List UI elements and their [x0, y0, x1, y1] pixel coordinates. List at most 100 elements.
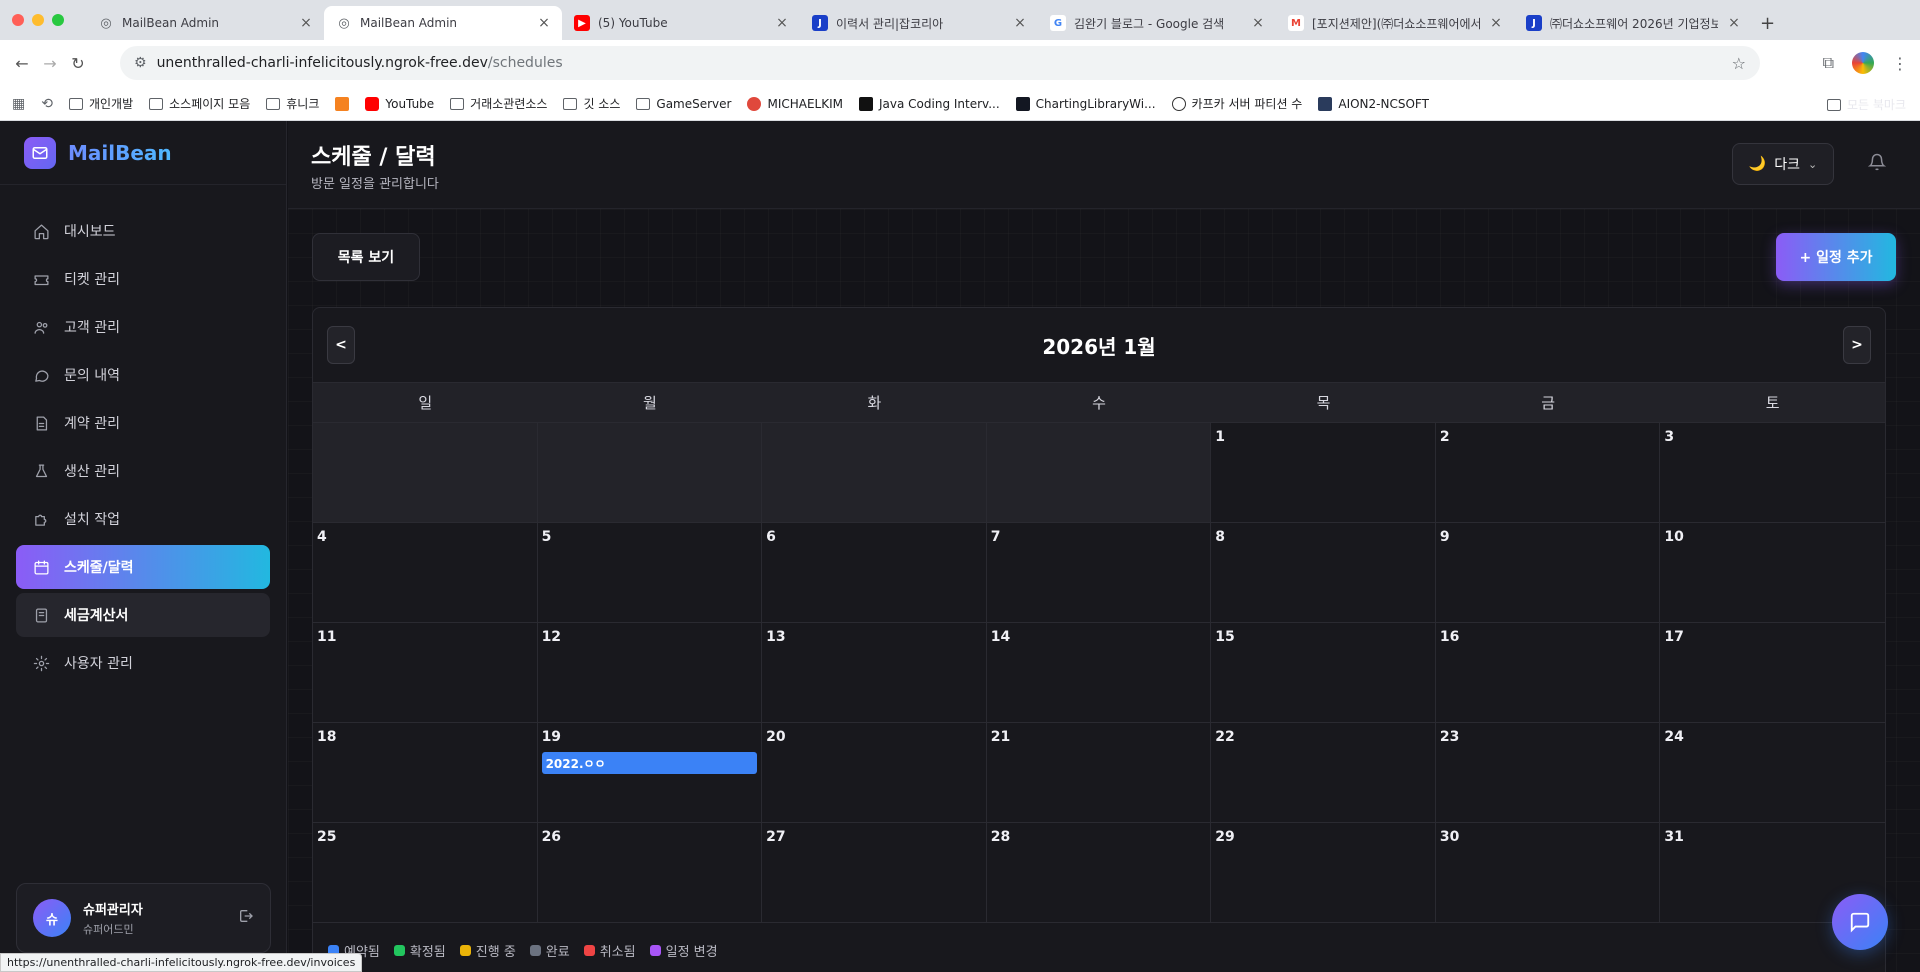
bookmark-item[interactable]: AION2-NCSOFT	[1318, 96, 1429, 111]
calendar-day-cell[interactable]: 20	[762, 723, 987, 823]
sidebar-item-gear[interactable]: 사용자 관리	[16, 641, 270, 685]
add-schedule-button[interactable]: + 일정 추가	[1776, 233, 1896, 281]
bookmark-item[interactable]: MICHAELKIM	[747, 96, 843, 111]
minimize-window-button[interactable]	[32, 14, 44, 26]
bookmark-item[interactable]	[335, 96, 350, 111]
bookmark-item[interactable]: 휴니크	[266, 95, 319, 112]
calendar-day-cell[interactable]: 15	[1211, 623, 1436, 723]
calendar-day-cell[interactable]: 26	[537, 823, 763, 923]
sidebar-item-receipt[interactable]: 세금계산서	[16, 593, 270, 637]
theme-toggle-button[interactable]: 🌙 다크 ⌄	[1732, 143, 1834, 185]
calendar-day-cell[interactable]: 3	[1660, 423, 1885, 523]
browser-tab[interactable]: M [포지션제안](㈜더쇼소프웨어에서 표 ×	[1276, 6, 1514, 40]
calendar-day-cell[interactable]: 19 2022.ㅇㅇ	[537, 723, 763, 823]
calendar-day-cell[interactable]: 13	[762, 623, 987, 723]
sidebar-item-ticket[interactable]: 티켓 관리	[16, 257, 270, 301]
next-month-button[interactable]: >	[1843, 326, 1871, 364]
bookmark-item[interactable]: 소스페이지 모음	[149, 95, 250, 112]
sidebar-item-flask[interactable]: 생산 관리	[16, 449, 270, 493]
browser-tab[interactable]: J ㈜더쇼소프웨어 2026년 기업정보 ×	[1514, 6, 1752, 40]
apps-grid-icon[interactable]: ▦	[12, 96, 25, 112]
close-tab-icon[interactable]: ×	[298, 15, 314, 31]
bookmark-item[interactable]: 깃 소스	[563, 95, 620, 112]
close-window-button[interactable]	[12, 14, 24, 26]
sidebar-item-label: 대시보드	[64, 224, 116, 240]
sidebar-item-calendar[interactable]: 스케줄/달력	[16, 545, 270, 589]
bell-icon[interactable]	[1867, 153, 1887, 176]
tab-title: MailBean Admin	[122, 16, 220, 30]
day-number: 15	[1215, 629, 1235, 645]
calendar-day-cell[interactable]: 2	[1435, 423, 1661, 523]
calendar-day-cell[interactable]: 9	[1435, 523, 1661, 623]
site-info-icon[interactable]: ⚙	[134, 55, 147, 71]
calendar-day-cell[interactable]: 6	[762, 523, 987, 623]
day-number: 10	[1664, 529, 1684, 545]
menu-kebab-icon[interactable]: ⋮	[1892, 54, 1908, 73]
calendar-day-cell[interactable]: 23	[1435, 723, 1661, 823]
sidebar-item-chat-bubble[interactable]: 문의 내역	[16, 353, 270, 397]
calendar-day-cell[interactable]: 1	[1211, 423, 1436, 523]
back-icon[interactable]: ←	[8, 54, 36, 73]
weekday-label: 목	[1316, 394, 1331, 412]
browser-tab[interactable]: G 김완기 블로그 - Google 검색 ×	[1038, 6, 1276, 40]
close-tab-icon[interactable]: ×	[1250, 15, 1266, 31]
bookmark-item[interactable]: GameServer	[636, 97, 731, 111]
brand[interactable]: MailBean	[0, 121, 286, 185]
address-bar[interactable]: ⚙ unenthralled-charli-infelicitously.ngr…	[120, 46, 1760, 80]
bookmark-item[interactable]: YouTube	[365, 96, 434, 111]
sidebar-item-users[interactable]: 고객 관리	[16, 305, 270, 349]
bookmark-item[interactable]: 카프카 서버 파티션 수	[1171, 95, 1302, 112]
calendar-day-cell[interactable]: 27	[762, 823, 987, 923]
bookmark-item[interactable]: ChartingLibraryWi...	[1015, 96, 1156, 111]
browser-tab[interactable]: ◎ MailBean Admin ×	[86, 6, 324, 40]
list-view-button[interactable]: 목록 보기	[312, 233, 420, 281]
calendar-day-cell[interactable]: 22	[1211, 723, 1436, 823]
close-tab-icon[interactable]: ×	[1488, 15, 1504, 31]
browser-tab[interactable]: J 이력서 관리|잡코리아 ×	[800, 6, 1038, 40]
calendar-day-cell[interactable]: 25	[313, 823, 538, 923]
calendar-day-cell[interactable]: 10	[1660, 523, 1885, 623]
calendar-day-cell[interactable]: 16	[1435, 623, 1661, 723]
calendar-event[interactable]: 2022.ㅇㅇ	[541, 752, 758, 774]
sidebar-item-puzzle[interactable]: 설치 작업	[16, 497, 270, 541]
logout-icon[interactable]	[238, 908, 254, 928]
calendar-day-cell[interactable]: 29	[1211, 823, 1436, 923]
browser-tab[interactable]: ◎ MailBean Admin ×	[324, 6, 562, 40]
calendar-day-cell[interactable]: 28	[986, 823, 1212, 923]
calendar-day-cell[interactable]: 11	[313, 623, 538, 723]
history-icon[interactable]: ⟲	[41, 96, 53, 112]
calendar-day-cell[interactable]: 21	[986, 723, 1212, 823]
calendar-day-cell[interactable]: 12	[537, 623, 763, 723]
prev-month-button[interactable]: <	[327, 326, 355, 364]
calendar-day-cell[interactable]: 30	[1435, 823, 1661, 923]
calendar-day-cell[interactable]: 17	[1660, 623, 1885, 723]
calendar-day-cell[interactable]: 18	[313, 723, 538, 823]
close-tab-icon[interactable]: ×	[1726, 15, 1742, 31]
calendar-day-cell[interactable]: 5	[537, 523, 763, 623]
browser-tab[interactable]: ▶ (5) YouTube ×	[562, 6, 800, 40]
new-tab-icon[interactable]: +	[1760, 13, 1775, 34]
profile-avatar[interactable]	[1852, 52, 1874, 74]
bookmark-item[interactable]: 개인개발	[68, 95, 133, 112]
bookmark-item[interactable]: 거래소관련소스	[450, 95, 547, 112]
calendar-day-cell[interactable]: 8	[1211, 523, 1436, 623]
calendar-day-cell[interactable]: 24	[1660, 723, 1885, 823]
close-tab-icon[interactable]: ×	[536, 15, 552, 31]
reload-icon[interactable]: ↻	[64, 54, 92, 73]
calendar-day-cell[interactable]: 4	[313, 523, 538, 623]
calendar-day-cell[interactable]: 14	[986, 623, 1212, 723]
close-tab-icon[interactable]: ×	[1012, 15, 1028, 31]
sidebar-item-document[interactable]: 계약 관리	[16, 401, 270, 445]
all-bookmarks[interactable]: 모든 북마크	[1826, 96, 1906, 113]
maximize-window-button[interactable]	[52, 14, 64, 26]
sidebar-item-home[interactable]: 대시보드	[16, 209, 270, 253]
calendar-day-cell[interactable]: 7	[986, 523, 1212, 623]
forward-icon[interactable]: →	[36, 54, 64, 73]
extensions-icon[interactable]: ⧉	[1823, 53, 1834, 73]
close-tab-icon[interactable]: ×	[774, 15, 790, 31]
globe-icon: ◎	[338, 15, 350, 31]
bookmark-item[interactable]: Java Coding Interv...	[859, 96, 1000, 111]
chat-button[interactable]	[1832, 894, 1888, 950]
browser-tab-bar: ◎ MailBean Admin × ◎ MailBean Admin × ▶ (5) You…	[0, 0, 1920, 40]
bookmark-star-icon[interactable]: ☆	[1732, 54, 1746, 73]
